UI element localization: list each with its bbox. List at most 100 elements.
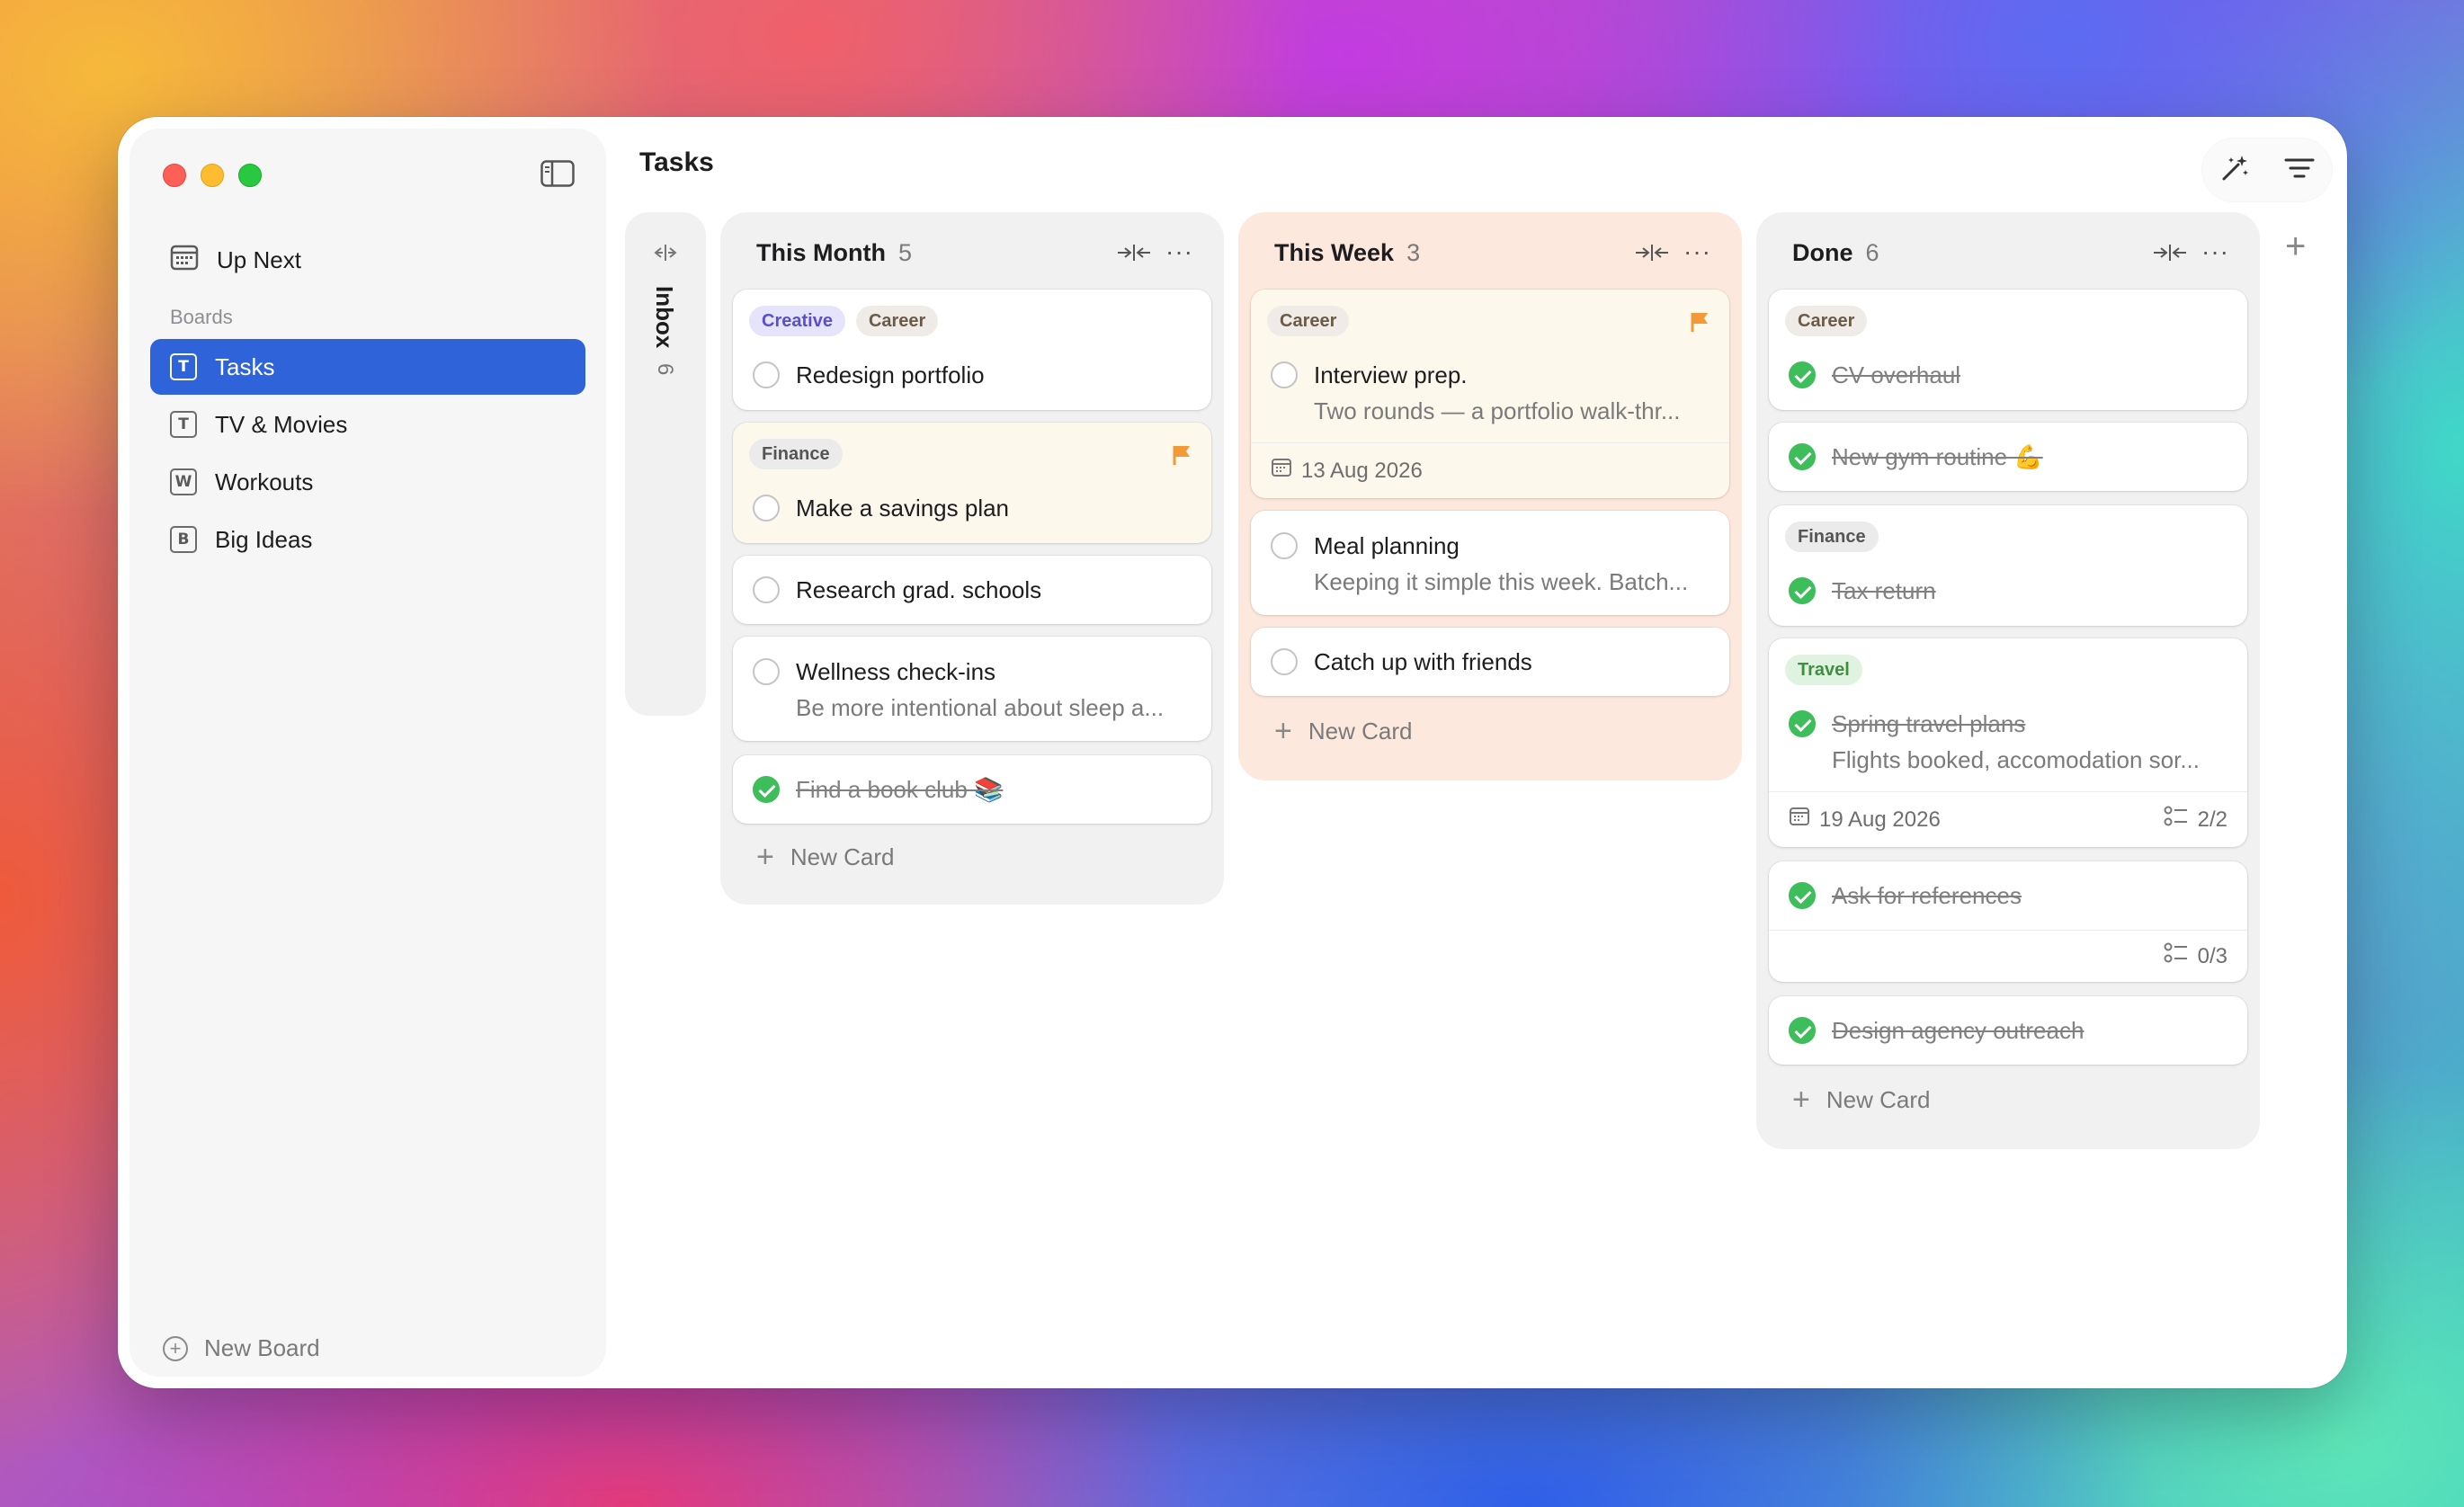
sidebar-item-label: TV & Movies <box>215 410 348 438</box>
card-title: Catch up with friends <box>1314 648 1532 675</box>
toolbar <box>2202 138 2332 201</box>
board-icon: W <box>170 468 197 495</box>
tag-career: Career <box>1267 306 1350 336</box>
column-count: 5 <box>897 239 912 266</box>
task-checkbox-done[interactable] <box>1789 577 1816 604</box>
task-checkbox[interactable] <box>753 495 780 522</box>
card-title: Find a book club 📚 <box>796 776 1004 803</box>
checklist-icon <box>2164 942 2189 970</box>
new-board-label: New Board <box>204 1334 320 1361</box>
sidebar-toggle-icon[interactable] <box>540 160 575 187</box>
task-checkbox[interactable] <box>1271 648 1298 675</box>
new-card-button[interactable]: + New Card <box>756 842 894 872</box>
card-cv-overhaul[interactable]: Career CV overhaul <box>1769 290 2247 410</box>
column-count: 6 <box>1865 239 1879 266</box>
due-date-text: 19 Aug 2026 <box>1819 807 1941 832</box>
sidebar-item-workouts[interactable]: W Workouts <box>150 454 585 510</box>
card-title: CV overhaul <box>1832 361 1961 388</box>
more-options-icon[interactable]: ··· <box>1165 239 1193 264</box>
task-checkbox[interactable] <box>753 361 780 388</box>
sidebar-item-label: Tasks <box>215 352 275 380</box>
sidebar-item-big-ideas[interactable]: B Big Ideas <box>150 512 585 567</box>
sidebar-item-up-next[interactable]: Up Next <box>150 232 585 288</box>
more-options-icon[interactable]: ··· <box>2201 239 2229 264</box>
board-icon: T <box>170 411 197 438</box>
due-date: 13 Aug 2026 <box>1271 457 1423 485</box>
card-new-gym-routine[interactable]: New gym routine 💪 <box>1769 423 2247 491</box>
zoom-window-button[interactable] <box>238 164 262 187</box>
board-icon: T <box>170 353 197 380</box>
sidebar-item-label: Workouts <box>215 468 314 495</box>
task-checkbox[interactable] <box>753 658 780 685</box>
task-checkbox-done[interactable] <box>753 776 780 803</box>
column-count: 3 <box>1406 239 1421 266</box>
card-title: Wellness check-ins <box>796 658 996 685</box>
plus-icon: + <box>1792 1083 1810 1117</box>
new-card-label: New Card <box>1826 1085 1931 1113</box>
card-catch-up-with-friends[interactable]: Catch up with friends <box>1251 628 1729 696</box>
tag-finance: Finance <box>1785 522 1879 552</box>
add-circle-icon: + <box>163 1335 188 1361</box>
card-title: Make a savings plan <box>796 495 1010 522</box>
inbox-title: Inbox <box>651 286 678 349</box>
card-redesign-portfolio[interactable]: Creative Career Redesign portfolio <box>733 290 1211 410</box>
card-ask-for-references[interactable]: Ask for references 0/3 <box>1769 861 2247 982</box>
sidebar-item-tasks[interactable]: T Tasks <box>150 339 585 395</box>
collapse-column-icon[interactable] <box>1116 243 1152 267</box>
task-checkbox[interactable] <box>753 576 780 603</box>
new-card-button[interactable]: + New Card <box>1792 1084 1930 1115</box>
checklist-icon <box>2164 806 2189 834</box>
task-checkbox-done[interactable] <box>1789 1017 1816 1044</box>
card-find-a-book-club[interactable]: Find a book club 📚 <box>733 755 1211 824</box>
card-make-a-savings-plan[interactable]: Finance Make a savings plan <box>733 423 1211 543</box>
tag-finance: Finance <box>749 439 843 469</box>
filter-icon[interactable] <box>2283 155 2316 186</box>
magic-wand-icon[interactable] <box>2218 152 2251 189</box>
more-options-icon[interactable]: ··· <box>1683 239 1711 264</box>
new-card-label: New Card <box>790 843 895 870</box>
add-column-button[interactable]: + <box>2285 227 2306 267</box>
task-checkbox-done[interactable] <box>1789 443 1816 470</box>
calendar-icon <box>1271 457 1292 485</box>
app-window: Up Next Boards T Tasks T TV & Movies W W… <box>118 117 2347 1388</box>
sidebar: Up Next Boards T Tasks T TV & Movies W W… <box>130 129 605 1376</box>
sidebar-item-label: Up Next <box>217 245 301 273</box>
sidebar-item-tv-movies[interactable]: T TV & Movies <box>150 397 585 452</box>
plus-icon: + <box>1274 714 1292 748</box>
new-card-label: New Card <box>1308 717 1413 745</box>
subtask-count: 0/3 <box>2197 943 2227 968</box>
task-checkbox[interactable] <box>1271 361 1298 388</box>
card-research-grad-schools[interactable]: Research grad. schools <box>733 556 1211 624</box>
close-window-button[interactable] <box>163 164 186 187</box>
card-interview-prep[interactable]: Career Interview prep. Two rounds — a po… <box>1251 290 1729 498</box>
page-title: Tasks <box>639 147 714 177</box>
column-title: This Month <box>756 239 886 266</box>
collapse-column-icon[interactable] <box>2152 243 2188 267</box>
tag-career: Career <box>855 306 939 336</box>
card-spring-travel-plans[interactable]: Travel Spring travel plans Flights booke… <box>1769 638 2247 847</box>
plus-icon: + <box>756 840 774 874</box>
task-checkbox-done[interactable] <box>1789 710 1816 737</box>
card-note: Two rounds — a portfolio walk-thr... <box>1314 397 1681 424</box>
expand-column-icon[interactable] <box>650 243 681 267</box>
card-divider <box>1769 791 2247 792</box>
inbox-column-collapsed[interactable]: Inbox 6 <box>625 212 706 716</box>
card-meal-planning[interactable]: Meal planning Keeping it simple this wee… <box>1251 511 1729 615</box>
card-title: New gym routine 💪 <box>1832 443 2043 470</box>
task-checkbox-done[interactable] <box>1789 882 1816 909</box>
task-checkbox[interactable] <box>1271 532 1298 559</box>
minimize-window-button[interactable] <box>201 164 224 187</box>
card-title: Research grad. schools <box>796 576 1042 603</box>
card-wellness-check-ins[interactable]: Wellness check-ins Be more intentional a… <box>733 637 1211 741</box>
card-title: Tax return <box>1832 577 1936 604</box>
card-design-agency-outreach[interactable]: Design agency outreach <box>1769 996 2247 1065</box>
calendar-icon <box>170 243 199 278</box>
column-done: Done 6 ··· Career CV overhaul New gym rou… <box>1756 212 2260 1149</box>
new-card-button[interactable]: + New Card <box>1274 716 1412 746</box>
card-tax-return[interactable]: Finance Tax return <box>1769 505 2247 626</box>
new-board-button[interactable]: + New Board <box>163 1334 320 1362</box>
column-title: This Week <box>1274 239 1395 266</box>
task-checkbox-done[interactable] <box>1789 361 1816 388</box>
tag-travel: Travel <box>1785 655 1862 685</box>
collapse-column-icon[interactable] <box>1634 243 1670 267</box>
